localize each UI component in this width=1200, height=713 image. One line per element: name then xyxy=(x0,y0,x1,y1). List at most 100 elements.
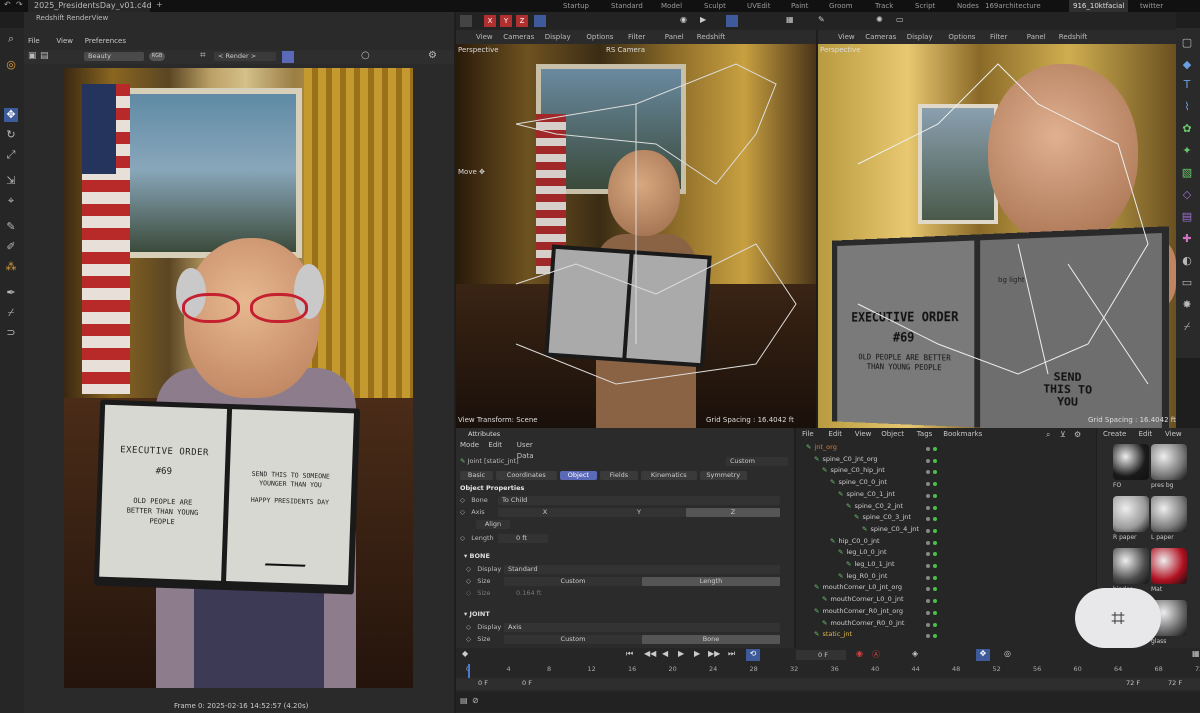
tab-coordinates[interactable]: Coordinates xyxy=(496,471,557,480)
rgb-icon[interactable]: RGB xyxy=(149,52,165,61)
transform-icon[interactable]: ⌖ xyxy=(4,194,18,208)
object-row[interactable]: ✎ leg_L0_0_jnt xyxy=(838,547,887,558)
viewport1-menu-panel[interactable]: Panel xyxy=(665,30,684,44)
axis-y-button[interactable]: Y xyxy=(592,508,686,517)
viewport2-menu-filter[interactable]: Filter xyxy=(990,30,1007,44)
material-thumb[interactable] xyxy=(1151,548,1187,584)
visibility-dots[interactable] xyxy=(926,467,937,476)
render-camera-icon[interactable]: ▭ xyxy=(1180,276,1194,290)
scene-icon[interactable]: ◐ xyxy=(1180,254,1194,268)
scale-tool-icon[interactable]: ⤢ xyxy=(4,148,18,162)
viewport2-scene[interactable]: EXECUTIVE ORDER #69 OLD PEOPLE ARE BETTE… xyxy=(818,44,1176,428)
material-thumb[interactable] xyxy=(1151,496,1187,532)
light-tool-icon[interactable]: ✸ xyxy=(1180,298,1194,312)
attributes-preset[interactable]: Custom xyxy=(726,457,788,466)
frame-field[interactable]: 0 F xyxy=(796,650,846,660)
viewport1-menu-view[interactable]: View xyxy=(476,30,493,44)
axis-x-button[interactable]: X xyxy=(498,508,592,517)
object-row[interactable]: ✎ leg_L0_1_jnt xyxy=(846,559,895,570)
layout-tab-model[interactable]: Model xyxy=(661,0,682,12)
object-row[interactable]: ✎ mouthCorner_L0_jnt_org xyxy=(814,582,902,593)
redo-icon[interactable]: ↷ xyxy=(16,0,23,9)
timeline-ruler[interactable]: 04812162024283236404448525660646872 xyxy=(456,663,1200,677)
viewport1-scene[interactable] xyxy=(456,44,816,428)
next-frame-icon[interactable]: ▶ xyxy=(694,649,700,658)
tab-symmetry[interactable]: Symmetry xyxy=(699,471,747,480)
object-row[interactable]: ✎ spine_C0_2_jnt xyxy=(846,501,903,512)
motion-icon[interactable]: ✥ xyxy=(976,649,990,661)
render-image[interactable]: EXECUTIVE ORDER #69 OLD PEOPLE ARE BETTE… xyxy=(64,68,413,688)
cube-icon[interactable]: ▦ xyxy=(786,15,794,24)
effector-icon[interactable]: ▤ xyxy=(1180,210,1194,224)
joint-size-custom-button[interactable]: Custom xyxy=(504,635,642,644)
viewport2-menu-options[interactable]: Options xyxy=(948,30,975,44)
coordinate-icon[interactable] xyxy=(534,15,546,27)
magnet-icon[interactable]: ⊃ xyxy=(4,326,18,340)
keyframe-selection-icon[interactable]: ◈ xyxy=(912,649,918,658)
region-icon[interactable] xyxy=(282,51,294,63)
menu-create[interactable]: Create xyxy=(1103,429,1126,440)
axis-z-icon[interactable]: Z xyxy=(516,15,528,27)
size-custom-button[interactable]: Custom xyxy=(504,577,642,586)
size-length-button[interactable]: Length xyxy=(642,577,780,586)
render-active-icon[interactable]: ▶ xyxy=(700,15,706,24)
visibility-dots[interactable] xyxy=(926,456,937,465)
axis-z-button[interactable]: Z xyxy=(686,508,780,517)
object-row[interactable]: ✎ static_jnt xyxy=(814,629,852,640)
length-field[interactable]: 0 ft xyxy=(498,534,548,543)
object-row[interactable]: ✎ spine_C0_hip_jnt xyxy=(822,465,885,476)
pin-icon[interactable]: ⌿ xyxy=(1180,320,1194,334)
material-thumb[interactable] xyxy=(1113,548,1149,584)
generator-icon[interactable]: ✿ xyxy=(1180,122,1194,136)
viewport2-menu-cameras[interactable]: Cameras xyxy=(865,30,896,44)
visibility-dots[interactable] xyxy=(926,573,937,582)
settings-icon[interactable]: ⚙ xyxy=(1074,430,1081,439)
object-row[interactable]: ✎ mouthCorner_L0_0_jnt xyxy=(822,594,904,605)
filter-icon[interactable]: ⊻ xyxy=(1060,430,1066,439)
text-tool-icon[interactable]: T xyxy=(1180,78,1194,92)
object-row[interactable]: ✎ leg_R0_0_jnt xyxy=(838,571,887,582)
object-row[interactable]: ✎ hip_C0_0_jnt xyxy=(830,536,880,547)
gear-icon[interactable]: ⚙ xyxy=(428,50,437,61)
menu-view[interactable]: View xyxy=(855,429,872,440)
history-icon[interactable]: ⊘ xyxy=(472,696,479,705)
visibility-dots[interactable] xyxy=(926,491,937,500)
axis-y-icon[interactable]: Y xyxy=(500,15,512,27)
menu-bookmarks[interactable]: Bookmarks xyxy=(943,429,982,440)
visibility-dots[interactable] xyxy=(926,608,937,617)
visibility-dots[interactable] xyxy=(926,514,937,523)
viewport2-menu-panel[interactable]: Panel xyxy=(1027,30,1046,44)
move-tool-icon[interactable]: ✥ xyxy=(4,108,18,122)
spline-tool-icon[interactable]: ⌇ xyxy=(1180,100,1194,114)
camera-icon[interactable]: ▭ xyxy=(896,15,904,24)
layout-tab-sculpt[interactable]: Sculpt xyxy=(704,0,726,12)
crop-icon[interactable]: ⌗ xyxy=(200,50,206,61)
menu-file[interactable]: File xyxy=(802,429,814,440)
snap-icon[interactable]: ⇲ xyxy=(4,174,18,188)
visibility-dots[interactable] xyxy=(926,561,937,570)
viewport2-menu-view[interactable]: View xyxy=(838,30,855,44)
rotate-tool-icon[interactable]: ↻ xyxy=(4,128,18,142)
visibility-dots[interactable] xyxy=(926,596,937,605)
viewport1-menu-cameras[interactable]: Cameras xyxy=(503,30,534,44)
live-selection-icon[interactable]: ◎ xyxy=(4,58,18,72)
tab-fields[interactable]: Fields xyxy=(600,471,638,480)
viewport1-menu-redshift[interactable]: Redshift xyxy=(697,30,725,44)
loop-icon[interactable]: ⟲ xyxy=(746,649,760,661)
layout-tab-twitter[interactable]: twitter xyxy=(1140,0,1163,12)
layout-tab-standard[interactable]: Standard xyxy=(611,0,643,12)
bone-select[interactable]: To Child xyxy=(498,496,780,505)
autokey-icon[interactable]: Ⓐ xyxy=(872,649,880,660)
tab-basic[interactable]: Basic xyxy=(460,471,493,480)
layout-tab-nodes[interactable]: Nodes xyxy=(957,0,979,12)
keyframe-icon[interactable]: ◆ xyxy=(462,649,468,658)
layout-tab-169architecture[interactable]: 169architecture xyxy=(985,0,1041,12)
search-icon[interactable]: ⌕ xyxy=(1046,430,1050,440)
menu-object[interactable]: Object xyxy=(881,429,904,440)
dope-sheet-icon[interactable]: ▦ xyxy=(1192,649,1200,658)
new-tab-icon[interactable]: + xyxy=(156,0,163,9)
object-row[interactable]: ✎ jnt_org xyxy=(806,442,837,453)
object-row[interactable]: ✎ spine_C0_1_jnt xyxy=(838,489,895,500)
layout-icon[interactable]: ▤ xyxy=(460,696,468,705)
object-row[interactable]: ✎ spine_C0_3_jnt xyxy=(854,512,911,523)
